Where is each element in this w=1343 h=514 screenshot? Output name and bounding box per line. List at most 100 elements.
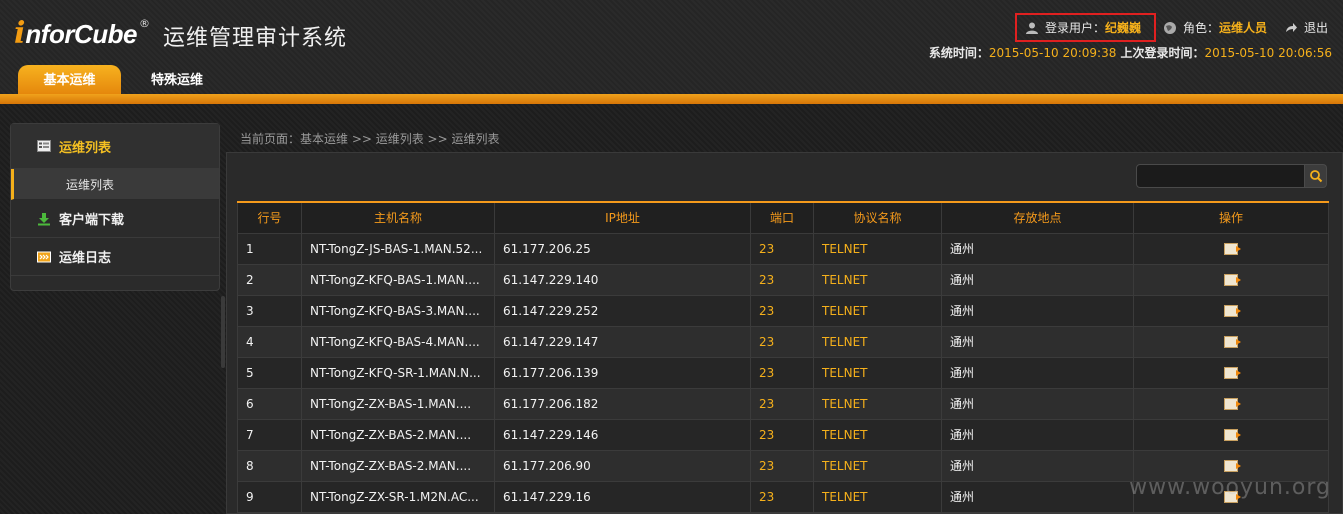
col-header-ip-address[interactable]: IP地址 — [494, 201, 751, 234]
col-header-host-name[interactable]: 主机名称 — [301, 201, 495, 234]
log-icon — [37, 251, 51, 262]
user-name: 纪巍巍 — [1105, 21, 1142, 35]
cell-protocol: TELNET — [813, 232, 942, 265]
cell-protocol: TELNET — [813, 325, 942, 358]
cell-port: 23 — [750, 263, 814, 296]
sidebar-item-label: 运维列表 — [59, 140, 112, 156]
cell-ip-address: 61.177.206.90 — [494, 449, 751, 482]
cell-port: 23 — [750, 480, 814, 513]
col-header-protocol[interactable]: 协议名称 — [813, 201, 942, 234]
breadcrumb: 当前页面：基本运维 >> 运维列表 >> 运维列表 — [240, 132, 500, 146]
header-divider-bar — [0, 94, 1343, 104]
table-row[interactable]: 5 NT-TongZ-KFQ-SR-1.MAN.N... 61.177.206.13… — [237, 356, 1329, 389]
connect-icon[interactable] — [1224, 367, 1241, 379]
connect-icon[interactable] — [1224, 243, 1241, 255]
col-header-action: 操作 — [1133, 201, 1329, 234]
cell-host-name: NT-TongZ-KFQ-BAS-4.MAN.... — [301, 325, 495, 358]
cell-location: 通州 — [941, 480, 1134, 513]
cell-ip-address: 61.147.229.146 — [494, 418, 751, 451]
cell-location: 通州 — [941, 232, 1134, 265]
cell-ip-address: 61.147.229.140 — [494, 263, 751, 296]
system-title: 运维管理审计系统 — [163, 26, 348, 51]
role-label: 角色： — [1183, 21, 1220, 35]
cell-row-number: 7 — [237, 418, 302, 451]
cell-location: 通州 — [941, 387, 1134, 420]
sidebar-collapse-handle[interactable] — [221, 296, 225, 368]
cell-action — [1133, 387, 1329, 420]
cell-ip-address: 61.147.229.147 — [494, 325, 751, 358]
tab-special-ops[interactable]: 特殊运维 — [129, 65, 225, 96]
cell-host-name: NT-TongZ-ZX-SR-1.M2N.AC... — [301, 480, 495, 513]
cell-location: 通州 — [941, 449, 1134, 482]
table-row[interactable]: 3 NT-TongZ-KFQ-BAS-3.MAN.... 61.147.229.25… — [237, 294, 1329, 327]
cell-location: 通州 — [941, 325, 1134, 358]
search-box — [1136, 164, 1327, 188]
cell-ip-address: 61.147.229.16 — [494, 480, 751, 513]
cell-row-number: 6 — [237, 387, 302, 420]
sidebar-item-label: 运维日志 — [59, 251, 112, 266]
connect-icon[interactable] — [1224, 274, 1241, 286]
system-time-label: 系统时间： — [928, 46, 989, 60]
logout-button[interactable]: 退出 — [1284, 19, 1328, 36]
search-icon — [1309, 170, 1322, 183]
table-header-row: 行号 主机名称 IP地址 端口 协议名称 存放地点 操作 — [237, 201, 1329, 234]
cell-protocol: TELNET — [813, 356, 942, 389]
cell-host-name: NT-TongZ-JS-BAS-1.MAN.52... — [301, 232, 495, 265]
cell-ip-address: 61.177.206.25 — [494, 232, 751, 265]
cell-port: 23 — [750, 418, 814, 451]
sidebar-item-ops-list[interactable]: 运维列表 — [11, 124, 219, 169]
watermark: www.wooyun.org — [1129, 475, 1331, 500]
current-user: 登录用户：纪巍巍 — [1015, 13, 1156, 42]
cell-location: 通州 — [941, 263, 1134, 296]
cell-row-number: 3 — [237, 294, 302, 327]
inforcube-logo: i nforCube ® — [14, 16, 150, 56]
globe-icon — [1164, 21, 1176, 34]
logo-mark: i — [14, 16, 26, 51]
sidebar-item-ops-log[interactable]: 运维日志 — [11, 238, 219, 276]
connect-icon[interactable] — [1224, 429, 1241, 441]
cell-port: 23 — [750, 325, 814, 358]
table-row[interactable]: 7 NT-TongZ-ZX-BAS-2.MAN.... 61.147.229.146… — [237, 418, 1329, 451]
sidebar-item-client-download[interactable]: 客户端下载 — [11, 200, 219, 238]
download-icon — [38, 212, 50, 225]
cell-ip-address: 61.147.229.252 — [494, 294, 751, 327]
logout-label: 退出 — [1304, 21, 1329, 35]
col-header-location[interactable]: 存放地点 — [941, 201, 1134, 234]
role-info: 角色：运维人员 — [1163, 19, 1267, 36]
top-tabs: 基本运维 特殊运维 — [18, 65, 225, 96]
cell-protocol: TELNET — [813, 294, 942, 327]
logo-registered-mark: ® — [138, 17, 150, 30]
sidebar-subitem-ops-list[interactable]: 运维列表 — [11, 169, 219, 200]
table-row[interactable]: 1 NT-TongZ-JS-BAS-1.MAN.52... 61.177.206.2… — [237, 232, 1329, 265]
cell-action — [1133, 294, 1329, 327]
cell-protocol: TELNET — [813, 480, 942, 513]
search-button[interactable] — [1305, 164, 1327, 188]
tab-basic-ops[interactable]: 基本运维 — [18, 65, 121, 96]
cell-row-number: 2 — [237, 263, 302, 296]
cell-protocol: TELNET — [813, 418, 942, 451]
cell-host-name: NT-TongZ-ZX-BAS-1.MAN.... — [301, 387, 495, 420]
cell-row-number: 8 — [237, 449, 302, 482]
time-info: 系统时间：2015-05-10 20:09:38 上次登录时间：2015-05-… — [929, 44, 1332, 61]
col-header-row-number[interactable]: 行号 — [237, 201, 302, 234]
cell-row-number: 5 — [237, 356, 302, 389]
user-icon — [1026, 22, 1038, 34]
cell-row-number: 9 — [237, 480, 302, 513]
connect-icon[interactable] — [1224, 305, 1241, 317]
table-row[interactable]: 4 NT-TongZ-KFQ-BAS-4.MAN.... 61.147.229.14… — [237, 325, 1329, 358]
connect-icon[interactable] — [1224, 398, 1241, 410]
cell-location: 通州 — [941, 356, 1134, 389]
connect-icon[interactable] — [1224, 336, 1241, 348]
search-input[interactable] — [1136, 164, 1305, 188]
table-row[interactable]: 2 NT-TongZ-KFQ-BAS-1.MAN.... 61.147.229.14… — [237, 263, 1329, 296]
ops-table: 行号 主机名称 IP地址 端口 协议名称 存放地点 操作 1 NT-TongZ-J… — [237, 201, 1329, 513]
cell-host-name: NT-TongZ-ZX-BAS-2.MAN.... — [301, 418, 495, 451]
connect-icon[interactable] — [1224, 460, 1241, 472]
cell-protocol: TELNET — [813, 263, 942, 296]
cell-location: 通州 — [941, 294, 1134, 327]
cell-action — [1133, 418, 1329, 451]
cell-host-name: NT-TongZ-ZX-BAS-2.MAN.... — [301, 449, 495, 482]
col-header-port[interactable]: 端口 — [750, 201, 814, 234]
list-icon — [37, 140, 51, 152]
table-row[interactable]: 6 NT-TongZ-ZX-BAS-1.MAN.... 61.177.206.182… — [237, 387, 1329, 420]
